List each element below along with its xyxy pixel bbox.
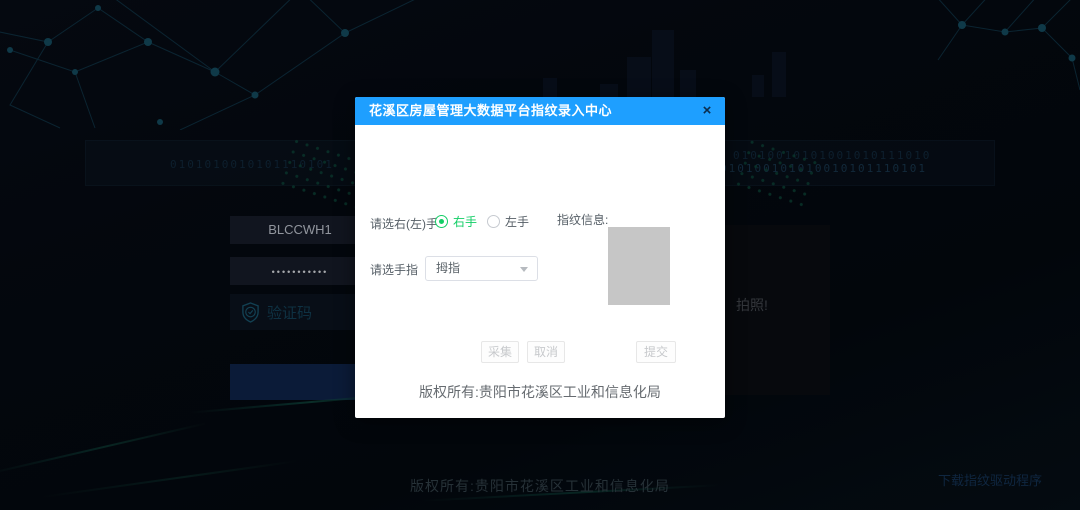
fingerprint-entry-dialog: 花溪区房屋管理大数据平台指纹录入中心 × 请选右(左)手 右手 左手 指纹信息:… (355, 97, 725, 418)
cancel-button[interactable]: 取消 (527, 341, 565, 363)
radio-circle-icon (487, 215, 500, 228)
collect-button[interactable]: 采集 (481, 341, 519, 363)
dialog-title: 花溪区房屋管理大数据平台指纹录入中心 (369, 97, 612, 125)
chevron-down-icon (520, 267, 528, 272)
finger-select-label: 请选手指 (370, 261, 418, 278)
dialog-copyright: 版权所有:贵阳市花溪区工业和信息化局 (355, 382, 725, 402)
fingerprint-preview-box (608, 227, 670, 305)
radio-label: 左手 (505, 213, 529, 230)
fingerprint-info-label: 指纹信息: (557, 211, 608, 228)
radio-label: 右手 (453, 213, 477, 230)
finger-select[interactable]: 拇指 (425, 256, 538, 281)
radio-left-hand[interactable]: 左手 (487, 213, 529, 230)
finger-select-value: 拇指 (436, 261, 460, 275)
dialog-header: 花溪区房屋管理大数据平台指纹录入中心 × (355, 97, 725, 125)
radio-right-hand[interactable]: 右手 (435, 213, 477, 230)
dialog-body: 请选右(左)手 右手 左手 指纹信息: 请选手指 拇指 采集 取消 提交 版权所… (355, 125, 725, 418)
submit-button[interactable]: 提交 (636, 341, 676, 363)
radio-circle-icon (435, 215, 448, 228)
page: 0101010010101110101 01010010101001010111… (0, 0, 1080, 510)
close-icon[interactable]: × (698, 97, 716, 125)
hand-select-label: 请选右(左)手 (370, 215, 438, 232)
